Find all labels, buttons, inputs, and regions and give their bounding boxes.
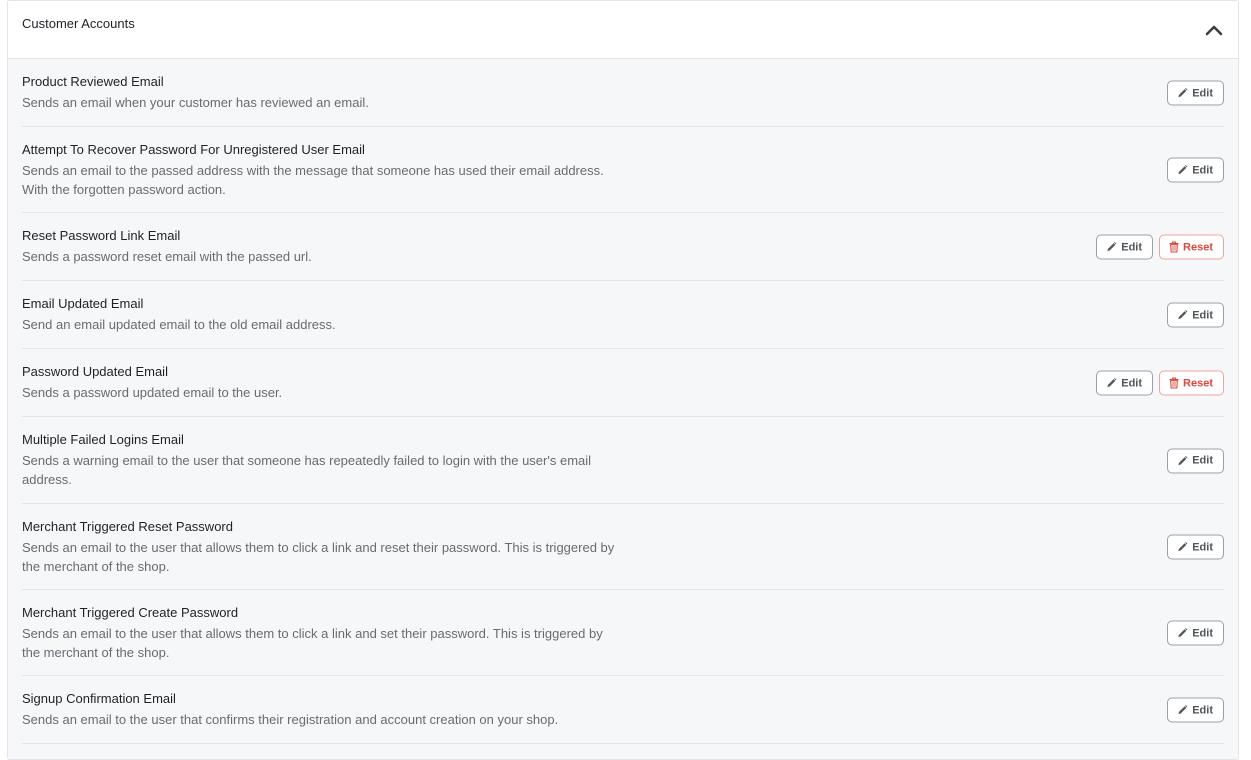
panel-header[interactable]: Customer Accounts [8,1,1238,59]
edit-button-label: Edit [1192,164,1213,176]
template-row: Reset Password Link Email Sends a passwor… [8,213,1238,281]
pencil-icon [1177,88,1188,99]
pencil-icon [1177,165,1188,176]
pencil-icon [1177,310,1188,321]
template-description: Sends an email when your customer has re… [22,93,632,112]
template-description: Sends an email to the user that allows t… [22,538,632,576]
template-row: Product Reviewed Email Sends an email whe… [8,59,1238,127]
edit-button[interactable]: Edit [1096,370,1154,396]
template-row: Password Updated Email Sends a password u… [8,349,1238,417]
template-description-line: address. [22,472,72,487]
edit-button-label: Edit [1192,541,1213,553]
template-title: Signup Confirmation Email [22,691,176,706]
edit-button[interactable]: Edit [1167,448,1224,473]
template-description-line: the merchant of the shop. [22,645,170,660]
edit-button[interactable]: Edit [1096,234,1154,260]
edit-button[interactable]: Edit [1167,697,1224,723]
template-description-line: Send an email updated email to the old e… [22,317,336,332]
edit-button-label: Edit [1121,377,1143,389]
edit-button-label: Edit [1121,241,1143,253]
template-description: Sends a warning email to the user that s… [22,451,632,489]
pencil-icon [1177,628,1188,639]
template-description-line: Sends an email to the passed address wit… [22,163,604,178]
template-description-line: With the forgotten password action. [22,182,226,197]
row-actions: Edit [1167,302,1224,328]
template-description-line: the merchant of the shop. [22,559,170,574]
template-description: Sends an email to the user that confirms… [22,710,632,729]
template-title: Email Updated Email [22,296,144,311]
template-row: Multiple Failed Logins Email Sends a warn… [8,417,1238,504]
edit-button-label: Edit [1192,454,1213,467]
template-row: Attempt To Recover Password For Unregist… [8,127,1238,213]
row-actions: Edit Reset [1096,234,1224,260]
pencil-icon [1106,242,1117,253]
pencil-icon [1177,542,1188,553]
trash-icon [1169,241,1179,253]
template-title: Merchant Triggered Create Password [22,605,239,620]
template-description: Sends an email to the passed address wit… [22,161,632,199]
template-description: Send an email updated email to the old e… [22,315,632,334]
edit-button-label: Edit [1192,87,1213,99]
chevron-up-icon[interactable] [1204,21,1224,39]
template-row: Merchant Triggered Create Password Sends … [8,590,1238,676]
edit-button-label: Edit [1192,309,1213,321]
edit-button[interactable]: Edit [1167,157,1224,183]
template-description-line: Sends a warning email to the user that s… [22,453,592,468]
reset-button[interactable]: Reset [1159,370,1224,396]
template-title: Reset Password Link Email [22,228,181,243]
template-description-line: Sends an email to the user that allows t… [22,540,615,555]
row-actions: Edit [1167,534,1224,560]
reset-button-label: Reset [1183,377,1213,389]
template-description: Sends a password reset email with the pa… [22,247,632,266]
template-row: Signup Confirmation Email Sends an email … [8,676,1238,744]
panel-title: Customer Accounts [22,16,135,31]
template-title: Multiple Failed Logins Email [22,432,184,447]
template-description-line: Sends an email to the user that allows t… [22,626,603,641]
template-description-line: Sends a password reset email with the pa… [22,249,312,264]
template-title: Merchant Triggered Reset Password [22,519,233,534]
row-actions: Edit [1167,620,1224,646]
template-description: Sends an email to the user that allows t… [22,624,632,662]
row-actions: Edit [1167,157,1224,183]
row-actions: Edit [1167,697,1224,723]
template-description-line: Sends a password updated email to the us… [22,385,283,400]
pencil-icon [1106,378,1117,389]
customer-accounts-panel: Customer Accounts Product Reviewed Email… [7,0,1239,760]
row-actions: Edit [1167,448,1224,473]
template-description-line: Sends an email when your customer has re… [22,95,369,110]
edit-button[interactable]: Edit [1167,620,1224,646]
template-description: Sends a password updated email to the us… [22,383,632,402]
trash-icon [1169,377,1179,389]
template-title: Password Updated Email [22,364,168,379]
template-row: Email Updated Email Send an email updated… [8,281,1238,349]
edit-button-label: Edit [1192,627,1213,639]
edit-button-label: Edit [1192,704,1213,716]
template-title: Attempt To Recover Password For Unregist… [22,142,365,157]
template-description-line: Sends an email to the user that confirms… [22,712,559,727]
pencil-icon [1177,705,1188,716]
row-actions: Edit [1167,80,1224,106]
pencil-icon [1177,455,1188,466]
email-template-list: Product Reviewed Email Sends an email whe… [8,59,1238,744]
reset-button-label: Reset [1183,241,1213,253]
edit-button[interactable]: Edit [1167,80,1224,106]
edit-button[interactable]: Edit [1167,302,1224,328]
row-actions: Edit Reset [1096,370,1224,396]
edit-button[interactable]: Edit [1167,534,1224,560]
template-row: Merchant Triggered Reset Password Sends a… [8,504,1238,590]
reset-button[interactable]: Reset [1159,234,1224,260]
template-title: Product Reviewed Email [22,74,164,89]
